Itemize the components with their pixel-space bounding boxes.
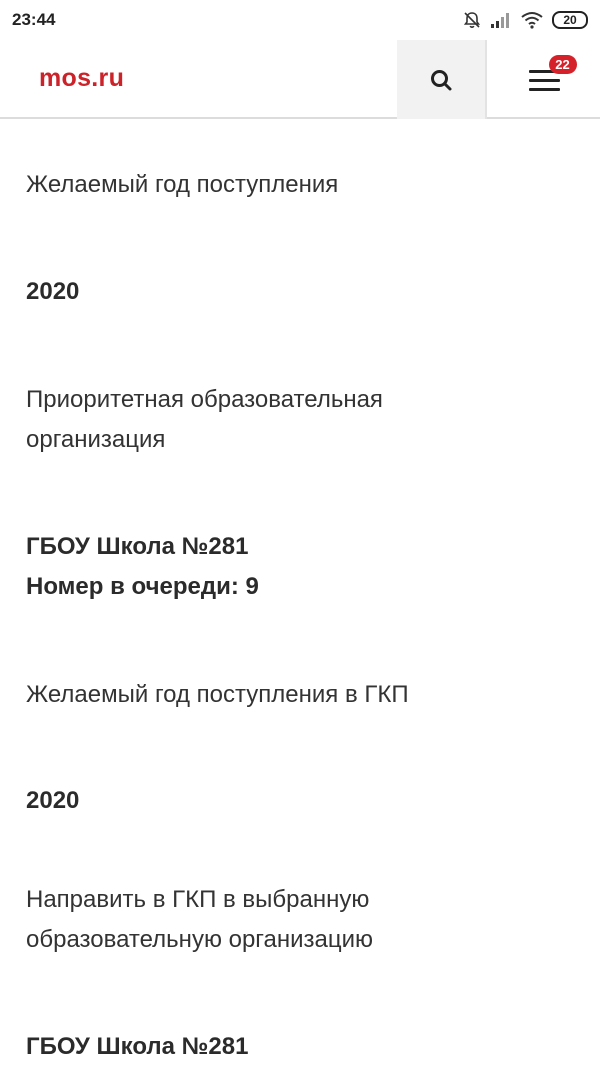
search-button[interactable]: [397, 40, 487, 119]
search-icon: [431, 69, 452, 90]
field-gkp-year-value: 2020: [26, 787, 80, 814]
field-gkp-year-label: Желаемый год поступления в ГКП: [26, 681, 409, 708]
site-logo[interactable]: mos.ru: [39, 64, 124, 93]
notification-badge: 22: [548, 54, 577, 74]
field-gkp-org-label-line1: Направить в ГКП в выбранную: [26, 886, 370, 913]
battery-level: 20: [563, 13, 577, 27]
field-desired-year-value: 2020: [26, 278, 80, 305]
field-priority-org-value: ГБОУ Школа №281: [26, 533, 249, 560]
hamburger-menu-icon: 22: [528, 54, 577, 92]
field-priority-org-label-line2: организация: [26, 426, 166, 453]
signal-icon: [491, 13, 509, 28]
bell-muted-icon: [463, 12, 481, 28]
field-gkp-org-label-line2: образовательную организацию: [26, 926, 374, 953]
field-desired-year-label: Желаемый год поступления: [26, 171, 339, 198]
field-gkp-org-value: ГБОУ Школа №281: [26, 1033, 249, 1060]
status-bar: 23:44 20: [0, 0, 600, 40]
menu-button[interactable]: 22: [489, 40, 600, 119]
queue-number: Номер в очереди: 9: [26, 573, 259, 600]
battery-icon: 20: [552, 11, 588, 29]
field-priority-org-label-line1: Приоритетная образовательная: [26, 386, 383, 413]
site-header: mos.ru 22: [0, 40, 600, 119]
wifi-icon: [521, 12, 543, 29]
status-icons: 20: [462, 10, 588, 30]
status-time: 23:44: [12, 10, 56, 29]
